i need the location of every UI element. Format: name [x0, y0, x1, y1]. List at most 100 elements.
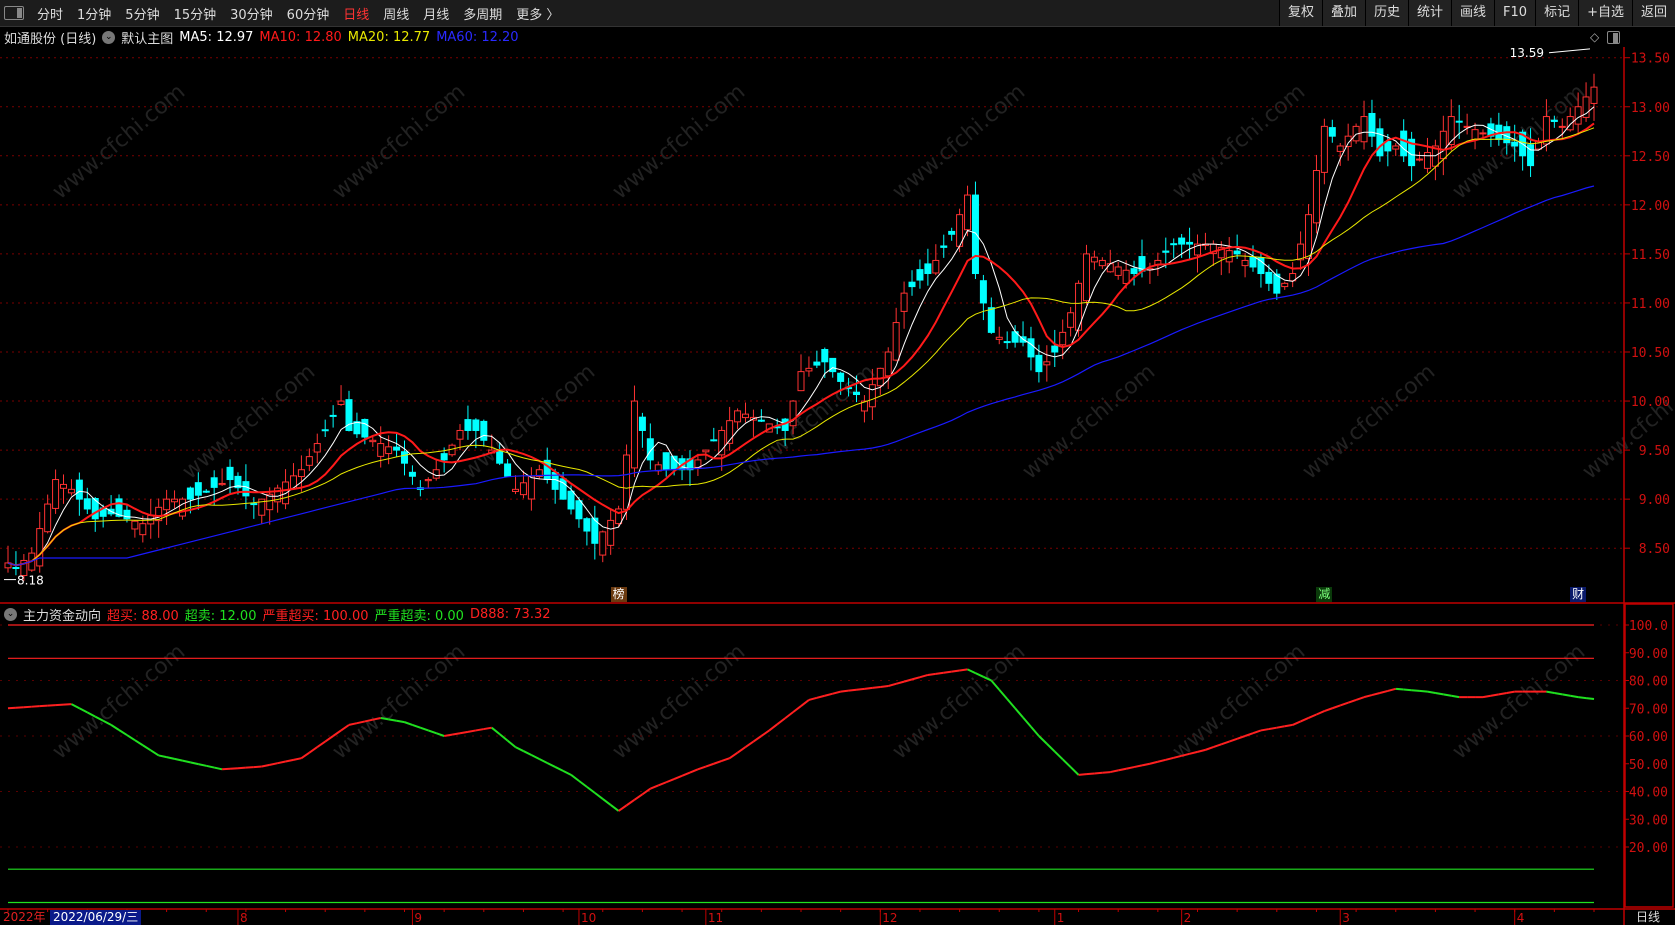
candle-up: [297, 469, 305, 478]
candle-up: [369, 439, 377, 443]
d888-segment: [483, 726, 492, 731]
d888-segment: [848, 688, 857, 692]
d888-segment: [1339, 701, 1349, 707]
candle-up: [868, 384, 876, 408]
candle-up: [1439, 130, 1447, 160]
d888-segment: [832, 690, 841, 695]
candle-down: [1162, 250, 1170, 253]
chart-canvas[interactable]: www.cfchi.com www.cfchi.com www.cfchi.com w…: [0, 0, 1675, 925]
watermark-text: www.cfchi.com: [1168, 79, 1310, 204]
candle-up: [36, 528, 44, 567]
candle-up: [1360, 116, 1368, 143]
indicator-name[interactable]: 主力资金动向: [23, 605, 101, 624]
candle-up: [797, 371, 805, 392]
candle-up: [432, 469, 440, 479]
candle-up: [1098, 259, 1106, 267]
candle-down: [1170, 243, 1178, 246]
d888-segment: [190, 761, 199, 766]
candle-up: [1297, 243, 1305, 261]
candle-down: [940, 245, 948, 248]
candle-down: [321, 429, 329, 432]
candle-up: [1114, 266, 1122, 276]
d888-segment: [840, 689, 849, 693]
d888-segment: [1585, 697, 1595, 701]
severe-overbuy-value: 严重超买: 100.00: [262, 608, 369, 624]
d888-segment: [1094, 771, 1103, 775]
d888-segment: [134, 739, 144, 747]
candle-up: [171, 498, 179, 503]
candle-up: [337, 400, 345, 405]
candle-down: [472, 419, 480, 431]
d888-segment: [1220, 740, 1230, 746]
d888-segment: [499, 733, 509, 742]
d888-segment: [697, 765, 707, 771]
d888-segment: [182, 759, 191, 764]
severe-oversell-value: 严重超卖: 0.00: [374, 608, 464, 624]
d888-segment: [1395, 687, 1404, 691]
candle-up: [424, 479, 432, 482]
candle-down: [480, 420, 488, 441]
candle-up: [1225, 250, 1233, 263]
d888-segment: [951, 669, 960, 673]
d888-segment: [213, 766, 223, 771]
candle-down: [1130, 268, 1138, 275]
candle-down: [979, 280, 987, 304]
month-label: 10: [581, 911, 596, 925]
d888-segment: [285, 758, 294, 763]
candle-down: [710, 439, 718, 442]
d888-segment: [1086, 772, 1095, 776]
candle-down: [83, 498, 91, 510]
indicator-dropdown-icon[interactable]: ⌄: [4, 607, 17, 621]
candle-down: [210, 477, 218, 488]
d888-segment: [443, 733, 453, 737]
d888-segment: [784, 711, 794, 720]
d888-segment: [15, 706, 24, 709]
d888-segment: [1379, 689, 1389, 694]
d888-segment: [1347, 698, 1357, 704]
indicator-tick-label: 20.00: [1629, 841, 1668, 856]
d888-segment: [649, 784, 659, 790]
candle-up: [131, 520, 139, 530]
candle-up: [67, 488, 75, 494]
d888-segment: [895, 680, 905, 685]
candle-down: [408, 471, 416, 477]
event-marker[interactable]: 榜: [610, 587, 627, 602]
d888-segment: [872, 685, 881, 689]
d888-segment: [752, 735, 762, 743]
d888-segment: [729, 751, 739, 760]
d888-segment: [1292, 720, 1301, 726]
d888-segment: [1490, 693, 1500, 697]
d888-segment: [1284, 723, 1293, 728]
d888-segment: [1276, 725, 1285, 729]
candle-down: [971, 194, 979, 275]
d888-segment: [39, 704, 48, 708]
event-marker[interactable]: 减: [1316, 587, 1333, 602]
price-tick-label: 9.00: [1639, 493, 1670, 508]
d888-segment: [300, 751, 310, 760]
candle-down: [1035, 354, 1043, 373]
candle-up: [1479, 132, 1487, 135]
d888-segment: [1443, 693, 1452, 697]
candle-down: [821, 349, 829, 363]
d888-segment: [530, 754, 540, 760]
candle-down: [1550, 119, 1558, 122]
watermark-text: www.cfchi.com: [48, 79, 190, 204]
d888-segment: [681, 771, 691, 777]
candle-down: [440, 453, 448, 461]
d888-segment: [665, 778, 675, 784]
d888-segment: [602, 798, 612, 806]
d888-segment: [594, 792, 604, 800]
candle-up: [1059, 331, 1067, 346]
d888-segment: [253, 765, 262, 769]
candle-up: [1106, 263, 1114, 273]
indicator-tick-label: 40.00: [1629, 786, 1668, 801]
indicator-tick-label: 50.00: [1629, 758, 1668, 773]
candle-up: [1122, 269, 1130, 284]
candle-up: [1471, 129, 1479, 141]
event-marker[interactable]: 财: [1570, 587, 1587, 602]
d888-segment: [1236, 735, 1246, 740]
watermark-text: www.cfchi.com: [888, 79, 1030, 204]
candle-down: [202, 490, 210, 493]
candle-down: [401, 451, 408, 464]
d888-segment: [206, 764, 215, 769]
